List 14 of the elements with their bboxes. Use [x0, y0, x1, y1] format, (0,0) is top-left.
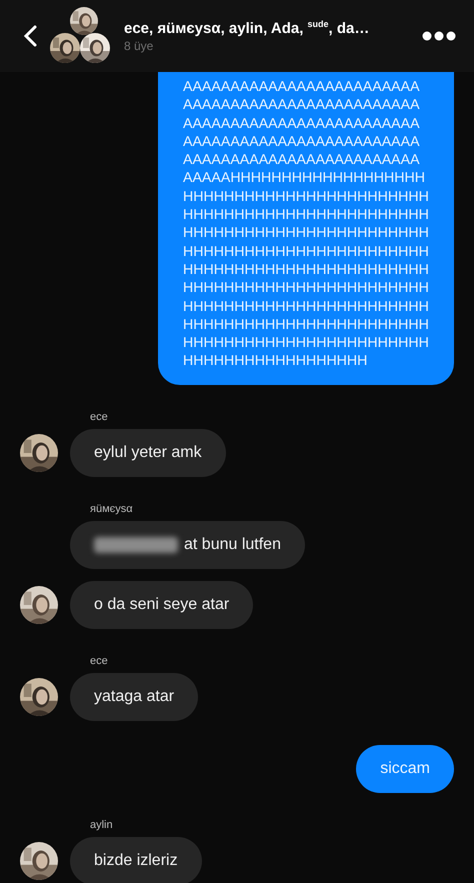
message-text: yataga atar: [94, 688, 174, 706]
sent-message: AAAAAAAAAAAAAAAAAAAAAAAAAAAAAAAAAAAAAAAAAAAAAAAAAAAAAAAAAAAAAAAAAAAAAAAAAAAAAAAAAAAAAAAAAAAAAAAAAAAAAAAAAAAAAAAAAAAAAAAAAAAAAAAAAAHHHHHHHHHHHHHHHHHHHHHHHHHHHHHHHHHHHHHHHHHHHHHHHHHHHHHHHHHHHHHHHHHHHHHHHHHHHHHHHHHHHHHHHHHHHHHHHHHHHHHHHHHHHHHHHHHHHHHHHHHHHHHHHHHHHHHHHHHHHHHHHHHHHHHHHHHHHHHHHHHHHHHHHHHHHHHHHHHHHHHHHHHHHHHHHHHHHHHHHHHHHHHHHHHHHHHHHHHHHHHHHHHHHHHHHHHHHHHHHHHHHHHHHHHHHHH: [158, 72, 454, 385]
message-text: bizde izleriz: [94, 852, 178, 870]
sent-message: siccam: [356, 744, 454, 793]
message-text: eylul yeter amk: [94, 444, 202, 462]
message-text: o da seni seye atar: [94, 596, 230, 614]
message-text: at bunu lutfen: [184, 536, 281, 554]
member-count: 8 üye: [124, 39, 154, 53]
chat-title: ece, яüмєysα, aylin, Ada, $^{sude}$, da…: [124, 19, 370, 37]
more-icon[interactable]: [422, 31, 456, 41]
sender-name: ece: [90, 654, 109, 667]
sender-name: яüмєysα: [90, 502, 134, 515]
sender-name: ece: [90, 410, 109, 423]
sender-name: aylin: [90, 818, 114, 831]
